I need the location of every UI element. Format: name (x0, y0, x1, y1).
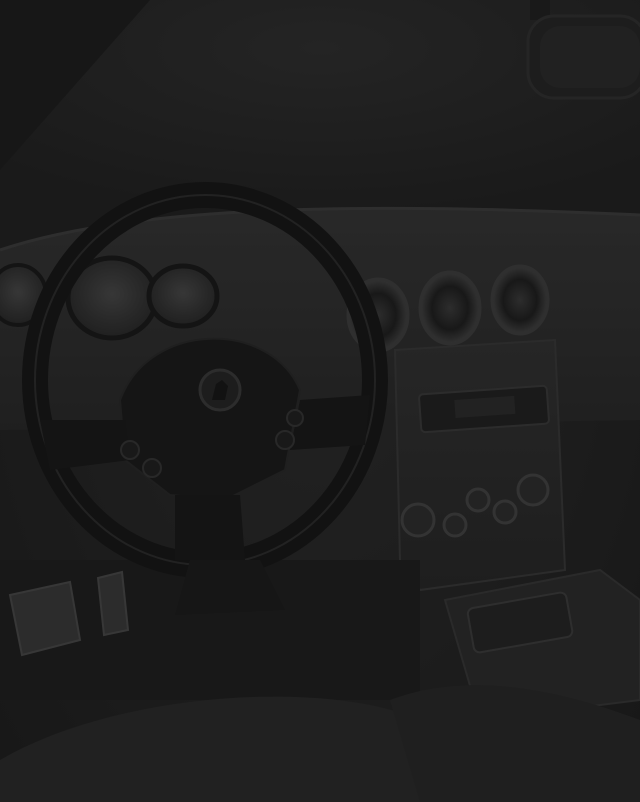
center-console (393, 338, 567, 592)
brand-emblem-icon (198, 368, 242, 412)
speedometer-gauge (146, 263, 220, 329)
car-interior-illustration (0, 0, 640, 802)
car-interior-photo (0, 0, 640, 802)
driver-seat (0, 696, 420, 802)
rearview-mirror-icon (526, 0, 640, 100)
